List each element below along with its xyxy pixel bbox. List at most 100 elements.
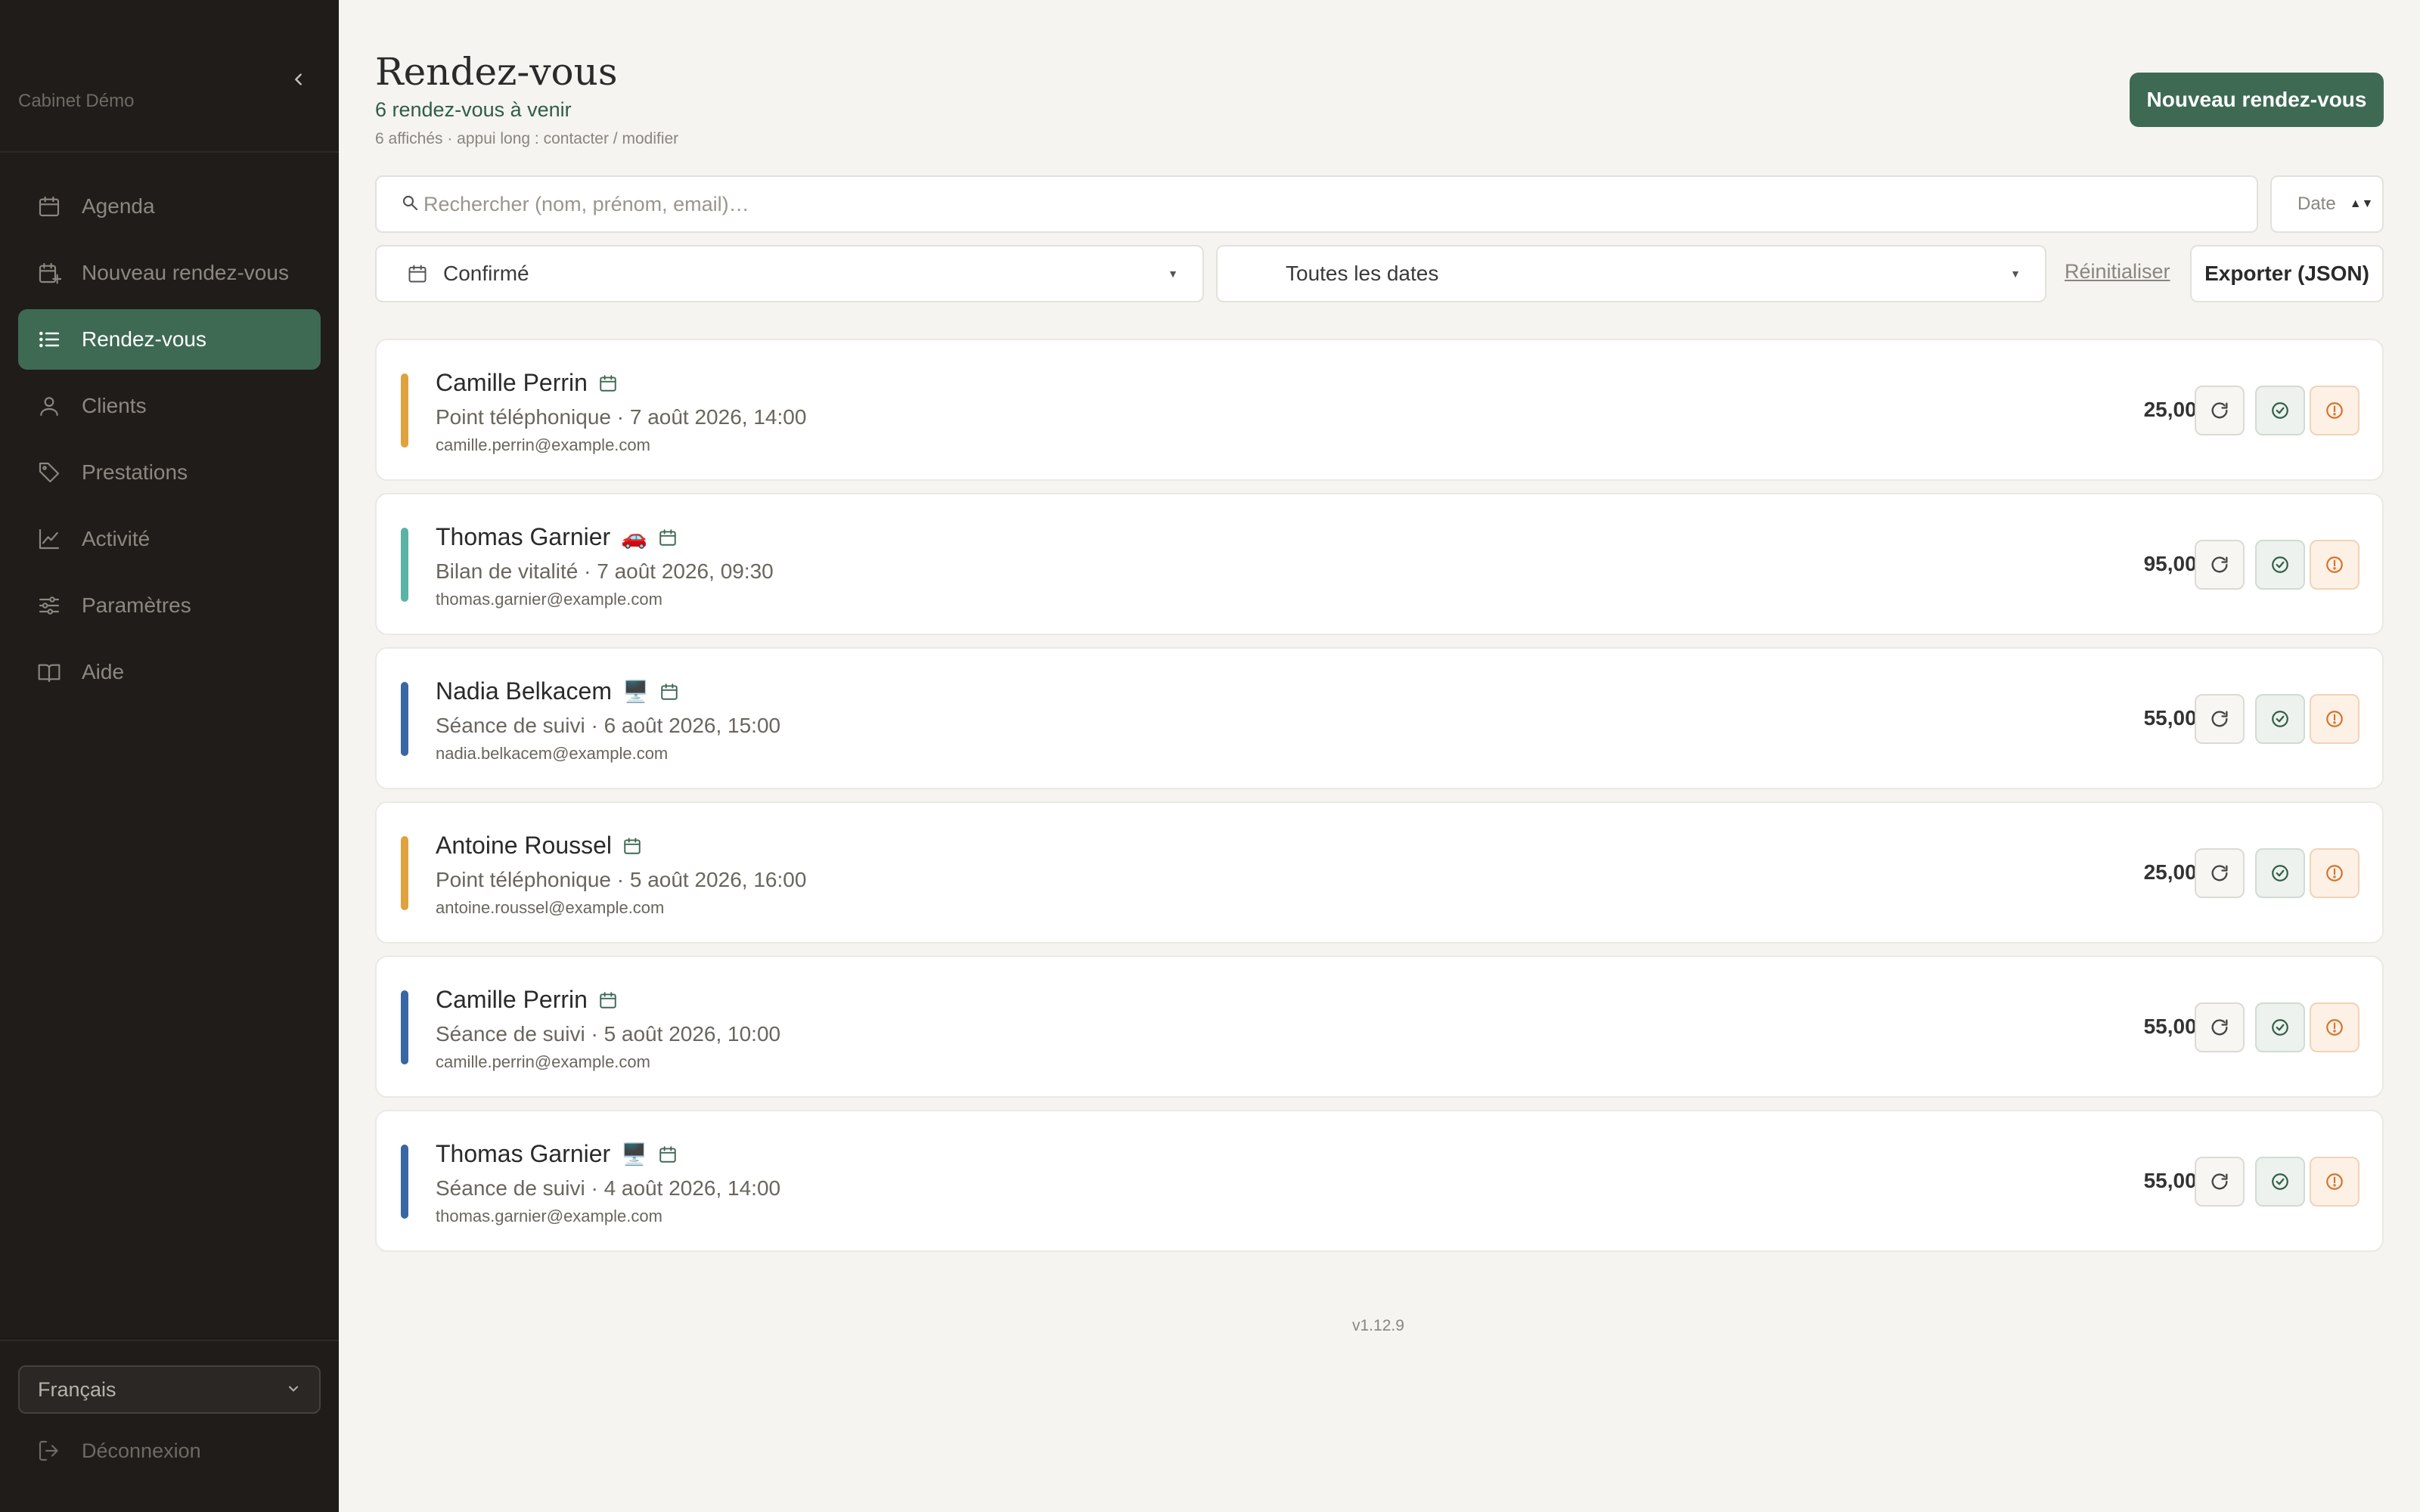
client-email: camille.perrin@example.com xyxy=(436,1052,650,1071)
search-input[interactable] xyxy=(424,192,2257,216)
alert-circle-icon xyxy=(2326,1019,2343,1036)
alert-circle-icon xyxy=(2326,1173,2343,1190)
appointment-card[interactable]: Thomas Garnier 🖥️ Séance de suivi · 4 ao… xyxy=(375,1110,2384,1252)
export-json-button[interactable]: Exporter (JSON) xyxy=(2190,245,2384,302)
sidebar-item-label: Aide xyxy=(82,660,125,683)
search-icon xyxy=(401,194,419,215)
sidebar-item-appointments[interactable]: Rendez-vous xyxy=(18,309,321,370)
sidebar-item-agenda[interactable]: Agenda xyxy=(18,176,321,237)
reschedule-button[interactable] xyxy=(2195,848,2245,898)
collapse-sidebar-button[interactable] xyxy=(280,60,318,98)
appointment-card[interactable]: Thomas Garnier 🚗 Bilan de vitalité · 7 a… xyxy=(375,493,2384,635)
appointment-card[interactable]: Antoine Roussel Point téléphonique · 5 a… xyxy=(375,801,2384,943)
sidebar-item-label: Agenda xyxy=(82,194,155,218)
sidebar-item-new-appointment[interactable]: Nouveau rendez-vous xyxy=(18,243,321,303)
sidebar-item-label: Clients xyxy=(82,394,147,417)
appointment-card[interactable]: Nadia Belkacem 🖥️ Séance de suivi · 6 ao… xyxy=(375,647,2384,789)
list-icon xyxy=(36,327,62,352)
check-circle-icon xyxy=(2272,865,2288,881)
location-badge: 🖥️ xyxy=(621,1142,648,1166)
sidebar-item-help[interactable]: Aide xyxy=(18,642,321,702)
service-color-bar xyxy=(401,1145,408,1219)
language-select[interactable]: Français xyxy=(18,1365,321,1414)
sidebar: Cabinet Démo Agenda Nouveau rendez-vous … xyxy=(0,0,339,1512)
appointment-details: Séance de suivi · 6 août 2026, 15:00 xyxy=(436,714,781,737)
reset-filters-link[interactable]: Réinitialiser xyxy=(2065,260,2170,284)
reschedule-button[interactable] xyxy=(2195,386,2245,435)
mark-done-button[interactable] xyxy=(2255,386,2305,435)
no-show-button[interactable] xyxy=(2310,1002,2360,1052)
service-color-bar xyxy=(401,373,408,448)
client-name: Camille Perrin xyxy=(436,369,588,396)
location-badge: 🚗 xyxy=(621,525,648,549)
sidebar-item-label: Rendez-vous xyxy=(82,327,206,351)
chevron-left-icon xyxy=(295,73,302,85)
calendar-icon xyxy=(598,990,618,1010)
calendar-icon xyxy=(659,682,679,702)
upcoming-count: 6 rendez-vous à venir xyxy=(375,98,572,121)
location-badge: 🖥️ xyxy=(622,680,649,703)
reschedule-button[interactable] xyxy=(2195,540,2245,590)
sort-select[interactable]: Date ▲▼ xyxy=(2270,175,2384,233)
no-show-button[interactable] xyxy=(2310,694,2360,744)
sort-caret-icon: ▲▼ xyxy=(2349,197,2374,210)
caret-down-icon: ▼ xyxy=(2010,268,2021,280)
no-show-button[interactable] xyxy=(2310,540,2360,590)
mark-done-button[interactable] xyxy=(2255,1157,2305,1207)
client-name: Camille Perrin xyxy=(436,986,588,1013)
appointment-details: Séance de suivi · 4 août 2026, 14:00 xyxy=(436,1176,781,1200)
alert-circle-icon xyxy=(2326,402,2343,419)
reschedule-button[interactable] xyxy=(2195,1002,2245,1052)
service-color-bar xyxy=(401,990,408,1064)
brand-name: Cabinet Démo xyxy=(18,91,135,111)
mark-done-button[interactable] xyxy=(2255,1002,2305,1052)
book-icon xyxy=(36,659,62,685)
date-filter-select[interactable]: Toutes les dates ▼ xyxy=(1216,245,2046,302)
sidebar-item-label: Prestations xyxy=(82,460,188,484)
sidebar-item-label: Activité xyxy=(82,527,150,550)
mark-done-button[interactable] xyxy=(2255,694,2305,744)
alert-circle-icon xyxy=(2326,865,2343,881)
reschedule-button[interactable] xyxy=(2195,694,2245,744)
mark-done-button[interactable] xyxy=(2255,848,2305,898)
sidebar-item-services[interactable]: Prestations xyxy=(18,442,321,503)
logout-icon xyxy=(36,1438,62,1464)
calendar-icon xyxy=(658,528,678,547)
appointment-card[interactable]: Camille Perrin Séance de suivi · 5 août … xyxy=(375,956,2384,1098)
sidebar-item-activity[interactable]: Activité xyxy=(18,509,321,569)
logout-button[interactable]: Déconnexion xyxy=(36,1438,201,1464)
service-color-bar xyxy=(401,682,408,756)
service-color-bar xyxy=(401,528,408,602)
refresh-icon xyxy=(2211,1173,2228,1190)
new-appointment-button[interactable]: Nouveau rendez-vous xyxy=(2130,73,2384,127)
appointment-details: Bilan de vitalité · 7 août 2026, 09:30 xyxy=(436,559,774,583)
reschedule-button[interactable] xyxy=(2195,1157,2245,1207)
app-version: v1.12.9 xyxy=(1352,1317,1404,1334)
no-show-button[interactable] xyxy=(2310,1157,2360,1207)
client-name: Thomas Garnier xyxy=(436,1140,611,1167)
client-email: antoine.roussel@example.com xyxy=(436,898,665,917)
status-filter-select[interactable]: Confirmé ▼ xyxy=(375,245,1204,302)
language-value: Français xyxy=(38,1377,116,1401)
client-email: thomas.garnier@example.com xyxy=(436,1207,662,1225)
client-name: Thomas Garnier xyxy=(436,523,611,550)
no-show-button[interactable] xyxy=(2310,848,2360,898)
divider xyxy=(0,1340,339,1341)
sidebar-item-label: Nouveau rendez-vous xyxy=(82,261,289,284)
sort-value: Date xyxy=(2297,194,2336,214)
sidebar-item-settings[interactable]: Paramètres xyxy=(18,575,321,636)
appointment-card[interactable]: Camille Perrin Point téléphonique · 7 ao… xyxy=(375,339,2384,481)
tag-icon xyxy=(36,460,62,485)
search-box xyxy=(375,175,2258,233)
logout-label: Déconnexion xyxy=(82,1439,201,1462)
mark-done-button[interactable] xyxy=(2255,540,2305,590)
calendar-plus-icon xyxy=(36,260,62,286)
sidebar-item-label: Paramètres xyxy=(82,593,191,617)
calendar-icon xyxy=(658,1145,678,1164)
no-show-button[interactable] xyxy=(2310,386,2360,435)
list-hint: 6 affichés · appui long : contacter / mo… xyxy=(375,130,679,147)
calendar-icon xyxy=(598,373,618,393)
client-name: Antoine Roussel xyxy=(436,832,613,859)
user-icon xyxy=(36,393,62,419)
sidebar-item-clients[interactable]: Clients xyxy=(18,376,321,436)
